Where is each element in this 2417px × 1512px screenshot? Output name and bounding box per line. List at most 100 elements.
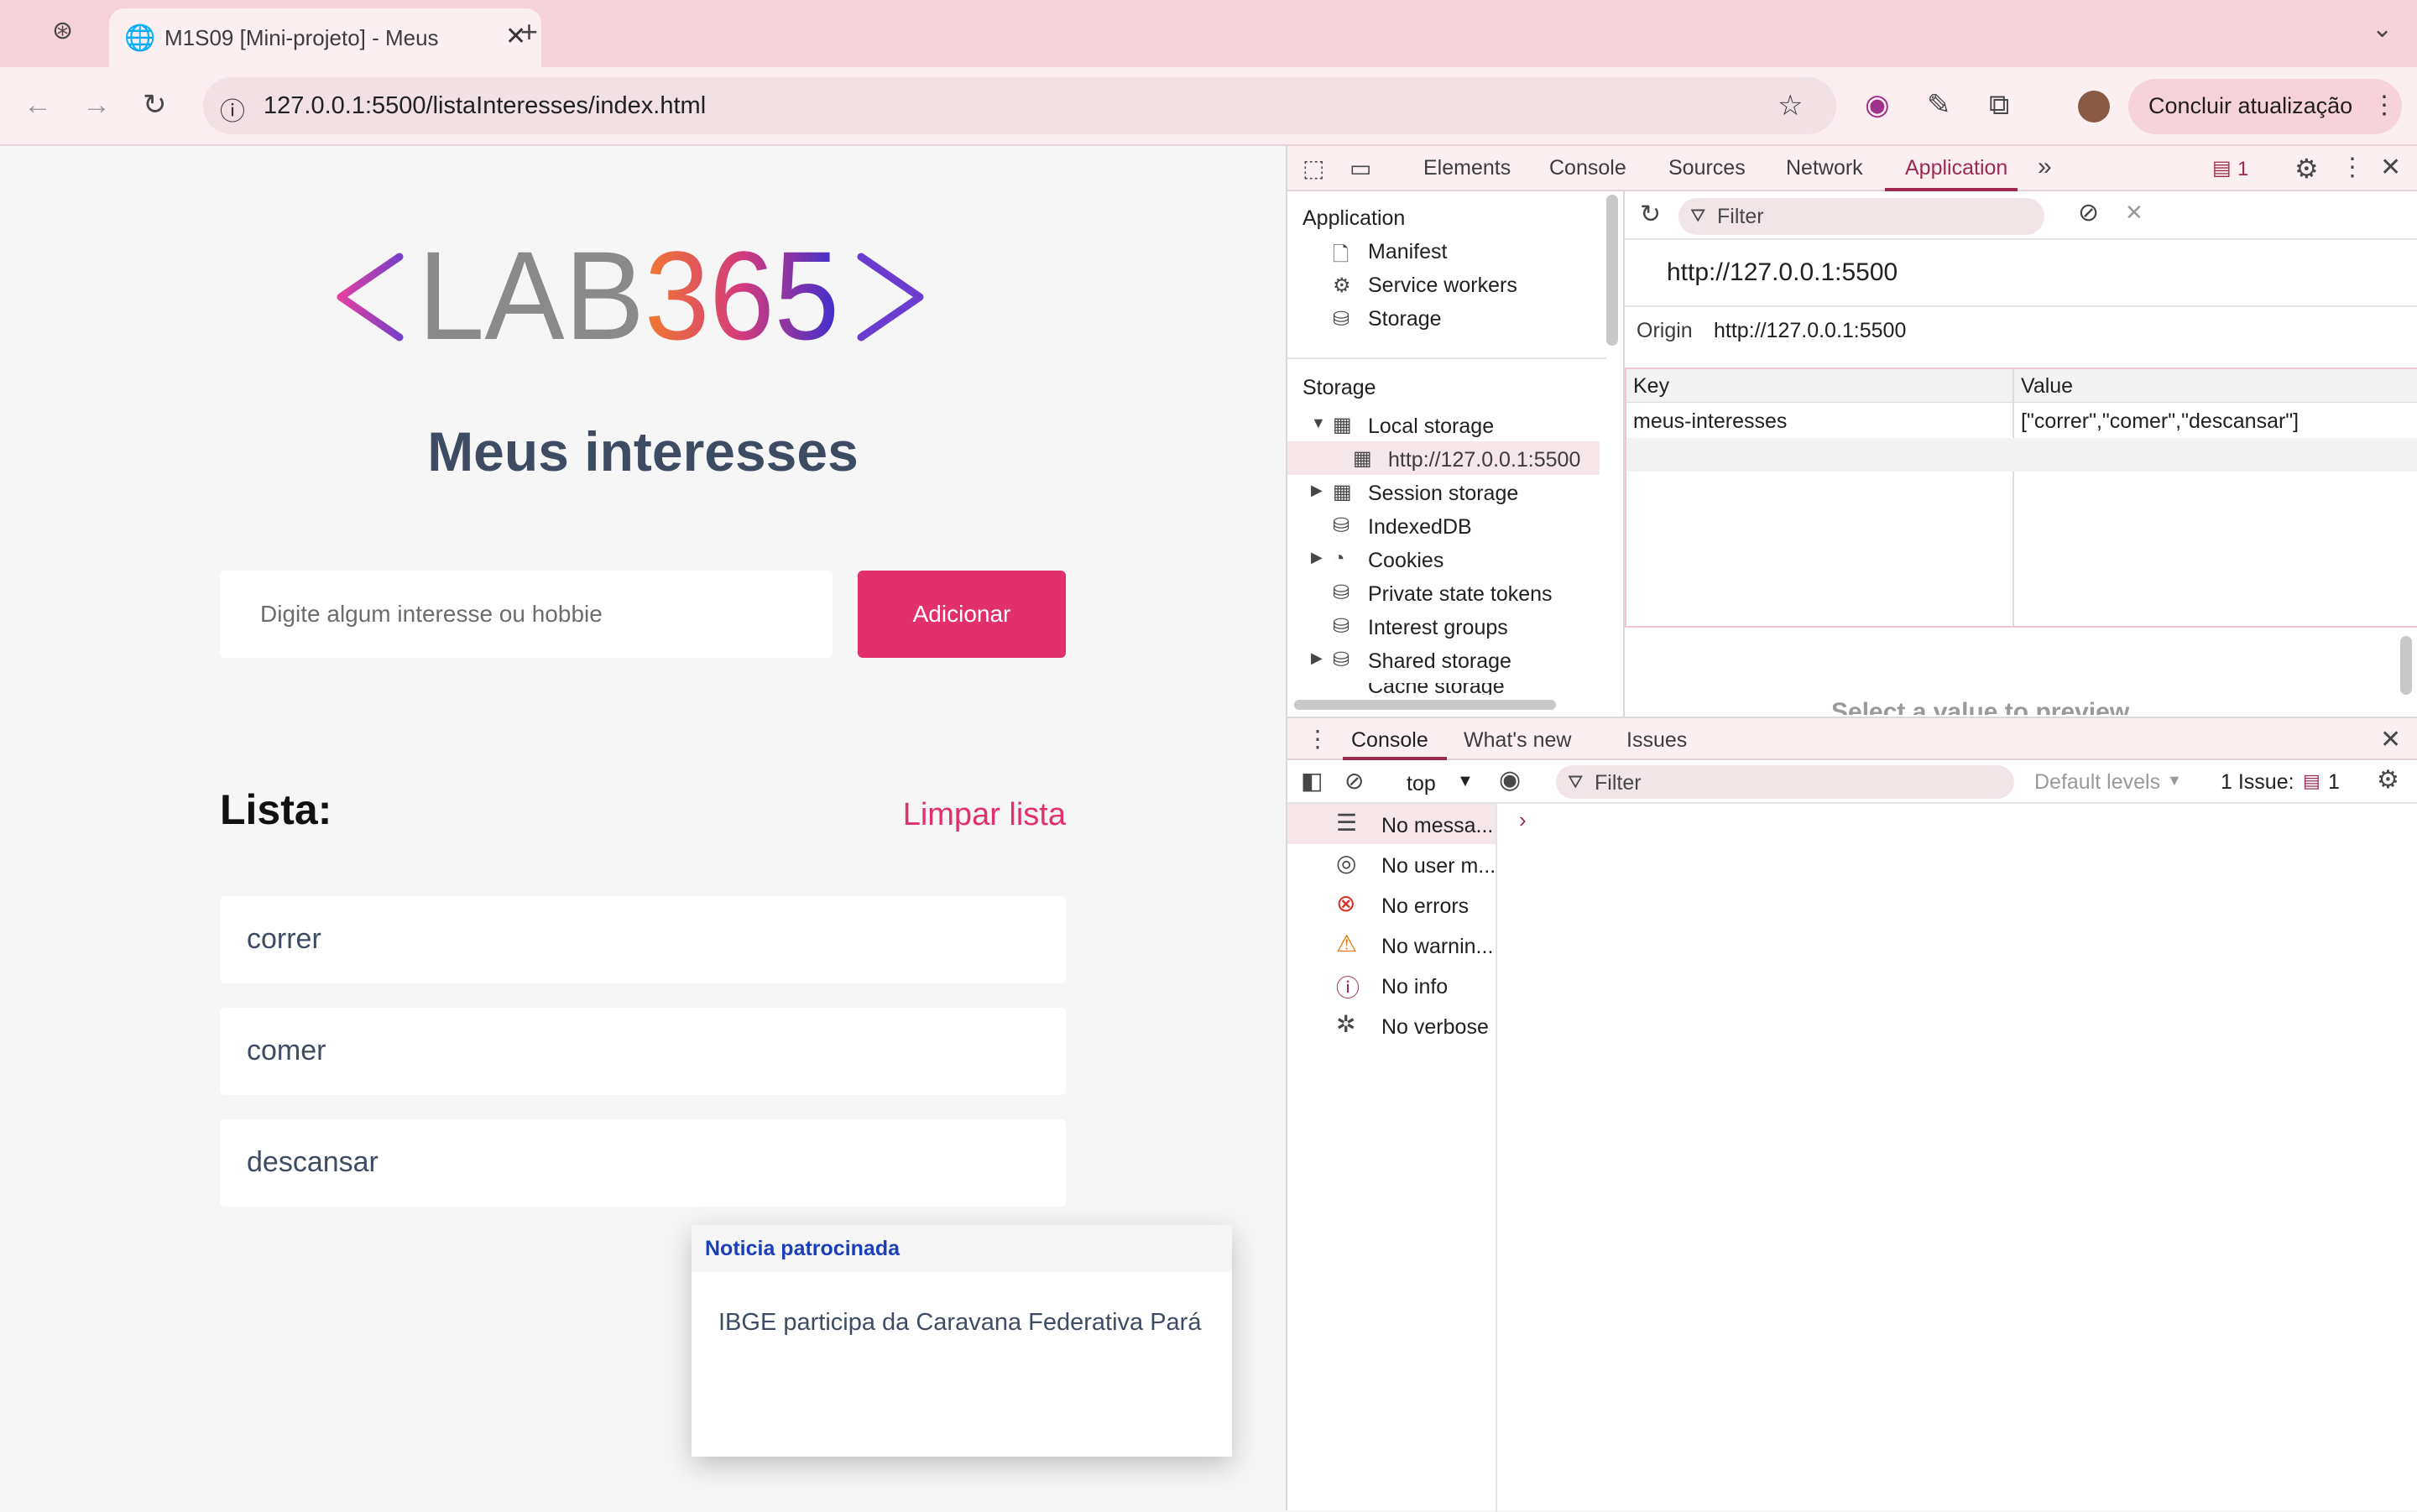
table-header: Key Value (1626, 369, 2417, 403)
extensions-puzzle-icon[interactable]: ⧉ (1989, 91, 2009, 119)
update-button-label: Concluir atualização (2148, 93, 2353, 118)
preview-clip: Select a value to preview (1625, 686, 2417, 715)
value-column-header[interactable]: Value (2021, 374, 2073, 399)
sidebar-item-interest-groups[interactable]: Interest groups (1368, 616, 1508, 640)
expand-triangle-right-icon[interactable]: ▶ (1311, 482, 1323, 499)
more-menu-icon[interactable]: ⋮ (2372, 91, 2397, 120)
tab-console[interactable]: Console (1549, 156, 1626, 180)
drawer-menu-icon[interactable]: ⋮ (1306, 725, 1329, 753)
sponsored-news-card[interactable]: Noticia patrocinada IBGE participa da Ca… (692, 1225, 1232, 1457)
sidebar-item-local-storage[interactable]: Local storage (1368, 414, 1494, 439)
sidebar-item-service-workers[interactable]: Service workers (1368, 274, 1517, 298)
sidebar-item-manifest[interactable]: Manifest (1368, 240, 1447, 264)
site-info-icon[interactable]: ⓘ (220, 91, 245, 128)
key-column-header[interactable]: Key (1633, 374, 1669, 399)
file-icon: 🗋 (1333, 243, 1349, 266)
sidebar-horizontal-scrollbar[interactable] (1294, 700, 1556, 710)
list-item[interactable]: correr (220, 896, 1066, 983)
console-filter-user-messages[interactable]: No user m... (1381, 854, 1496, 879)
sidebar-item-private-state-tokens[interactable]: Private state tokens (1368, 582, 1553, 607)
expand-triangle-right-icon[interactable]: ▶ (1311, 649, 1323, 667)
drawer-tab-console[interactable]: Console (1351, 728, 1428, 753)
delete-selected-icon[interactable]: ✕ (2125, 200, 2143, 226)
tab-elements[interactable]: Elements (1423, 156, 1511, 180)
sidebar-item-local-origin[interactable]: http://127.0.0.1:5500 (1388, 448, 1580, 472)
context-selector[interactable]: top ▼ (1407, 765, 1487, 799)
bookmark-star-icon[interactable]: ☆ (1778, 89, 1803, 123)
refresh-icon[interactable]: ↻ (1640, 200, 1661, 229)
console-filter-input[interactable]: ⛛ Filter (1556, 765, 2014, 799)
expand-triangle-down-icon[interactable]: ▼ (1311, 414, 1326, 432)
more-tabs-icon[interactable]: » (2038, 153, 2052, 181)
list-item-text: correr (247, 923, 321, 955)
database-icon: ⛁ (1333, 581, 1350, 604)
drawer-tab-whats-new[interactable]: What's new (1464, 728, 1571, 753)
list-item[interactable]: comer (220, 1008, 1066, 1095)
devtools-menu-icon[interactable]: ⋮ (2340, 153, 2365, 182)
forward-icon[interactable]: → (82, 91, 111, 119)
sidebar-item-session-storage[interactable]: Session storage (1368, 482, 1518, 506)
issues-badge-icon[interactable]: ▤ (2212, 156, 2232, 180)
clear-all-icon[interactable]: ⊘ (2078, 198, 2099, 227)
sidebar-item-cache-storage[interactable]: Cache storage (1368, 683, 1505, 695)
back-icon[interactable]: ← (23, 91, 52, 119)
new-tab-icon[interactable]: + (520, 17, 538, 47)
table-row[interactable]: meus-interesses ["correr","comer","desca… (1626, 404, 2417, 438)
close-drawer-icon[interactable]: ✕ (2380, 725, 2401, 754)
clear-console-icon[interactable]: ⊘ (1344, 767, 1364, 795)
live-expression-eye-icon[interactable]: ◉ (1499, 765, 1521, 795)
close-devtools-icon[interactable]: ✕ (2380, 153, 2401, 182)
page-content: LAB 365 Meus interesses Adicionar Lista:… (0, 146, 1286, 1510)
console-filter-verbose[interactable]: No verbose (1381, 1015, 1489, 1040)
logo-text-lab: LAB (418, 238, 645, 356)
sidebar-vertical-scrollbar[interactable] (1606, 195, 1618, 346)
tab-search-chevron-icon[interactable]: ⌄ (2372, 17, 2393, 42)
page-title: Meus interesses (427, 420, 859, 482)
profile-avatar[interactable] (2078, 91, 2110, 123)
browser-tab[interactable]: 🌐 M1S09 [Mini-projeto] - Meus ✕ (109, 8, 541, 67)
reload-icon[interactable]: ↻ (143, 91, 167, 119)
sidebar-item-cookies[interactable]: Cookies (1368, 549, 1443, 573)
drawer-tab-issues[interactable]: Issues (1626, 728, 1687, 753)
preview-scrollbar[interactable] (2400, 636, 2412, 695)
add-button[interactable]: Adicionar (858, 571, 1066, 658)
tab-application[interactable]: Application (1905, 156, 2007, 180)
device-toolbar-icon[interactable]: ▭ (1349, 154, 1371, 182)
sidebar-item-indexeddb[interactable]: IndexedDB (1368, 515, 1472, 540)
console-filter-messages[interactable]: No messa... (1381, 814, 1493, 838)
console-settings-gear-icon[interactable]: ⚙ (2377, 765, 2399, 795)
gears-icon: ⚙ (1333, 274, 1351, 297)
inspect-element-icon[interactable]: ⬚ (1302, 154, 1324, 182)
console-filter-errors[interactable]: No errors (1381, 894, 1469, 919)
cookie-icon: ◔ (1333, 547, 1345, 570)
list-item[interactable]: descansar (220, 1119, 1066, 1207)
clear-list-link[interactable]: Limpar lista (901, 797, 1066, 833)
console-prompt-chevron-icon[interactable]: › (1519, 807, 1527, 833)
tab-sources[interactable]: Sources (1668, 156, 1746, 180)
table-grid-icon: ▦ (1333, 481, 1352, 503)
sidebar-item-shared-storage[interactable]: Shared storage (1368, 649, 1511, 674)
tab-network[interactable]: Network (1786, 156, 1863, 180)
expand-triangle-right-icon[interactable]: ▶ (1311, 549, 1323, 566)
log-levels-dropdown[interactable]: Default levels (2034, 770, 2160, 795)
eyedropper-icon[interactable]: ✎ (1927, 91, 1951, 119)
tab-title: M1S09 [Mini-projeto] - Meus (164, 25, 439, 50)
key-value-table: Key Value meus-interesses ["correr","com… (1625, 368, 2417, 628)
storage-filter-input[interactable]: ⛛ Filter (1678, 198, 2044, 235)
console-drawer: ⋮ Console What's new Issues ✕ ◧ ⊘ top ▼ … (1287, 717, 2417, 1512)
interest-input[interactable] (220, 571, 833, 658)
issues-count-label[interactable]: 1 Issue: (2221, 770, 2294, 795)
empty-table-row[interactable] (1626, 438, 2417, 472)
console-filter-warnings[interactable]: No warnin... (1381, 935, 1493, 959)
sponsored-header-label: Noticia patrocinada (705, 1237, 900, 1260)
settings-gear-icon[interactable]: ⚙ (2294, 153, 2319, 185)
sidebar-toggle-icon[interactable]: ◧ (1301, 767, 1323, 795)
update-button[interactable]: Concluir atualização ⋮ (2128, 79, 2402, 134)
address-bar[interactable]: ⓘ 127.0.0.1:5500/listaInteresses/index.h… (203, 77, 1836, 134)
console-filter-info[interactable]: No info (1381, 975, 1448, 999)
origin-label: Origin (1637, 319, 1693, 342)
openai-icon[interactable]: ⊛ (52, 18, 73, 44)
issues-count-number: 1 (2328, 770, 2340, 794)
extension-purple-icon[interactable]: ◉ (1865, 91, 1890, 119)
sidebar-item-storage[interactable]: Storage (1368, 307, 1442, 331)
